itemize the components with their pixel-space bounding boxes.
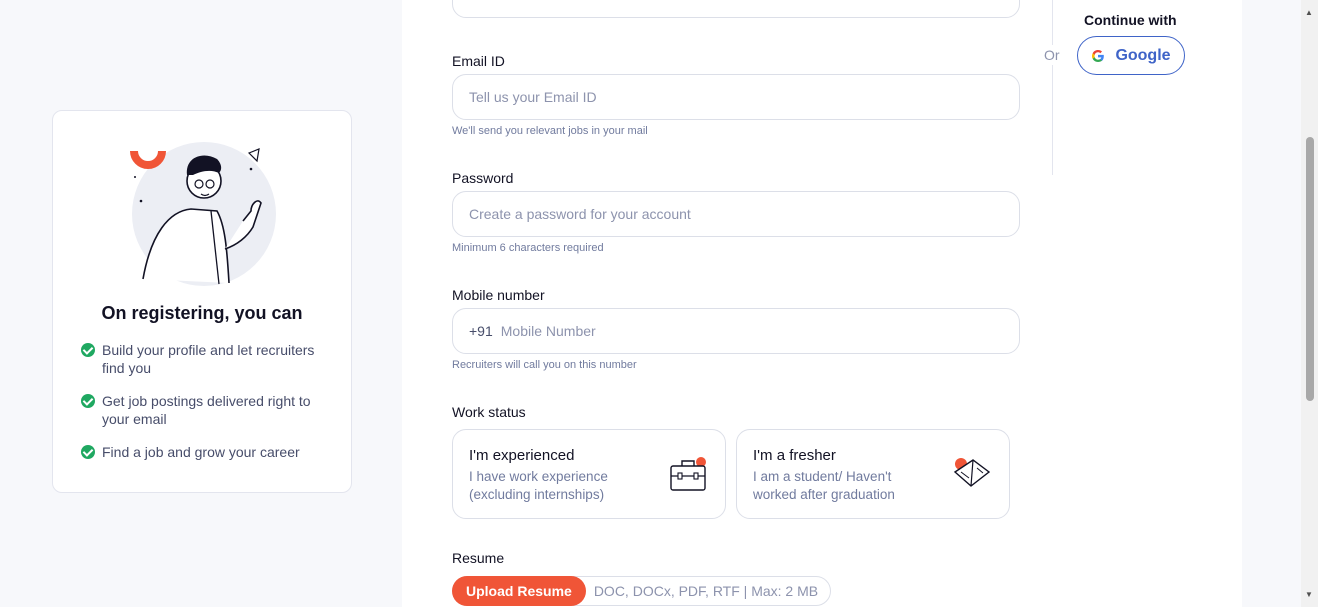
google-label: Google	[1115, 46, 1171, 64]
benefit-text: Find a job and grow your career	[102, 444, 300, 460]
scroll-up-icon[interactable]: ▲	[1305, 8, 1313, 17]
option-experienced[interactable]: I'm experienced I have work experience (…	[452, 429, 726, 519]
name-field[interactable]	[452, 0, 1020, 18]
password-label: Password	[452, 170, 514, 186]
mobile-label: Mobile number	[452, 287, 545, 303]
benefit-text: Build your profile and let recruiters fi…	[102, 342, 315, 376]
benefit-item: Build your profile and let recruiters fi…	[81, 341, 331, 377]
check-circle-icon	[81, 343, 95, 357]
resume-format-hint: DOC, DOCx, PDF, RTF | Max: 2 MB	[593, 583, 819, 599]
mobile-field[interactable]: +91 Mobile Number	[452, 308, 1020, 354]
resume-upload: Upload Resume DOC, DOCx, PDF, RTF | Max:…	[452, 576, 832, 606]
continue-with-label: Continue with	[1084, 12, 1177, 28]
registration-form: Email ID Tell us your Email ID We'll sen…	[402, 0, 1242, 607]
option-fresher[interactable]: I'm a fresher I am a student/ Haven't wo…	[736, 429, 1010, 519]
password-field[interactable]: Create a password for your account	[452, 191, 1020, 237]
scroll-thumb[interactable]	[1306, 137, 1314, 401]
upload-resume-button[interactable]: Upload Resume	[452, 576, 586, 606]
work-status-label: Work status	[452, 404, 526, 420]
email-hint: We'll send you relevant jobs in your mai…	[452, 125, 648, 137]
check-circle-icon	[81, 445, 95, 459]
page-scrollbar[interactable]: ▲ ▼	[1301, 0, 1318, 607]
email-label: Email ID	[452, 53, 505, 69]
mobile-placeholder: Mobile Number	[500, 323, 596, 339]
google-icon	[1092, 49, 1105, 62]
password-hint: Minimum 6 characters required	[452, 242, 604, 254]
or-label: Or	[1044, 45, 1060, 65]
benefits-title: On registering, you can	[101, 303, 303, 323]
check-circle-icon	[81, 394, 95, 408]
email-field[interactable]: Tell us your Email ID	[452, 74, 1020, 120]
briefcase-icon	[670, 457, 706, 491]
benefits-list: Build your profile and let recruiters fi…	[81, 341, 331, 476]
registration-benefits-card: On registering, you can Build your profi…	[52, 110, 352, 493]
mobile-hint: Recruiters will call you on this number	[452, 359, 637, 371]
option-description: I have work experience (excluding intern…	[469, 469, 608, 502]
password-placeholder: Create a password for your account	[469, 206, 691, 222]
or-divider	[1052, 0, 1053, 175]
google-signin-button[interactable]: Google	[1077, 36, 1185, 75]
scroll-down-icon[interactable]: ▼	[1305, 590, 1313, 599]
benefit-item: Find a job and grow your career	[81, 443, 331, 461]
country-code: +91	[469, 323, 493, 339]
book-icon	[953, 458, 991, 487]
resume-label: Resume	[452, 550, 505, 566]
person-waving-illustration	[130, 142, 276, 286]
option-description: I am a student/ Haven't worked after gra…	[753, 469, 895, 502]
benefit-item: Get job postings delivered right to your…	[81, 392, 331, 428]
email-placeholder: Tell us your Email ID	[469, 89, 597, 105]
benefit-text: Get job postings delivered right to your…	[102, 393, 311, 427]
